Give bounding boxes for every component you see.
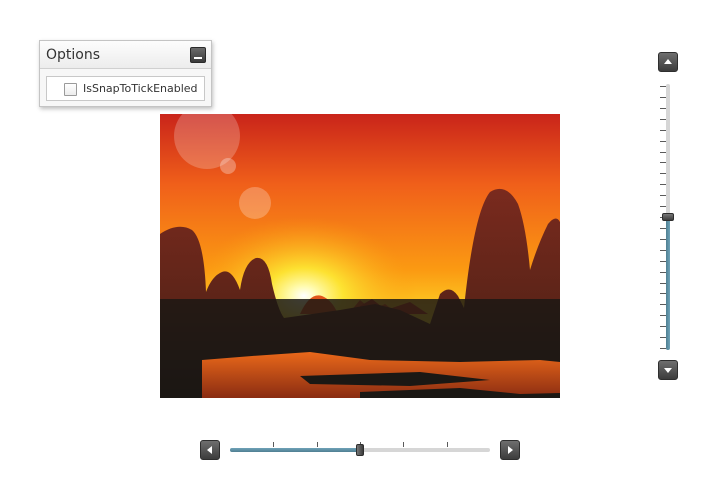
vertical-slider-tick xyxy=(660,118,666,120)
horizontal-slider-tick xyxy=(273,442,275,447)
vertical-slider-down-button[interactable] xyxy=(658,360,678,380)
options-title: Options xyxy=(46,47,101,63)
vertical-slider-tick xyxy=(660,206,666,208)
vertical-slider-fill xyxy=(666,217,670,350)
vertical-slider-tick xyxy=(660,227,666,229)
sunset-image xyxy=(160,114,560,398)
vertical-slider-up-button[interactable] xyxy=(658,52,678,72)
arrow-down-icon xyxy=(664,368,672,373)
vertical-slider-tick xyxy=(660,260,666,262)
horizontal-slider-thumb[interactable] xyxy=(356,444,364,456)
options-panel: Options IsSnapToTickEnabled xyxy=(39,40,212,107)
vertical-slider-tick xyxy=(660,195,666,197)
horizontal-slider-tick xyxy=(403,442,405,447)
vertical-slider-tick xyxy=(660,326,666,328)
options-header: Options xyxy=(40,41,211,69)
horizontal-slider-left-button[interactable] xyxy=(200,440,220,460)
arrow-left-icon xyxy=(207,446,212,454)
arrow-up-icon xyxy=(664,59,672,64)
vertical-slider-tick xyxy=(660,337,666,339)
vertical-slider-tick xyxy=(660,151,666,153)
horizontal-slider-tick xyxy=(446,442,448,447)
horizontal-slider-fill xyxy=(230,448,360,452)
vertical-slider-tick xyxy=(660,173,666,175)
vertical-slider-tick xyxy=(660,271,666,273)
vertical-slider-tick xyxy=(660,184,666,186)
horizontal-slider-tick xyxy=(316,442,318,447)
vertical-slider-thumb[interactable] xyxy=(662,213,674,221)
vertical-slider-tick xyxy=(660,348,666,349)
vertical-slider-tick xyxy=(660,282,666,284)
vertical-slider-tick xyxy=(660,249,666,251)
vertical-slider-tick xyxy=(660,129,666,131)
snap-to-tick-label: IsSnapToTickEnabled xyxy=(83,82,198,95)
minimize-button[interactable] xyxy=(190,47,206,63)
horizontal-slider-right-button[interactable] xyxy=(500,440,520,460)
vertical-slider-tick xyxy=(660,107,666,109)
arrow-right-icon xyxy=(508,446,513,454)
vertical-slider-tick xyxy=(660,86,666,87)
vertical-slider-tick xyxy=(660,293,666,295)
vertical-slider-tick xyxy=(660,238,666,240)
snap-to-tick-option[interactable]: IsSnapToTickEnabled xyxy=(46,76,205,101)
vertical-slider-tick xyxy=(660,162,666,164)
vertical-slider-tick xyxy=(660,96,666,98)
vertical-slider-tick xyxy=(660,315,666,317)
minimize-icon xyxy=(194,57,202,59)
vertical-slider-tick xyxy=(660,140,666,142)
app-root: Options IsSnapToTickEnabled xyxy=(0,0,715,500)
vertical-slider-tick xyxy=(660,304,666,306)
snap-to-tick-checkbox[interactable] xyxy=(64,83,77,96)
